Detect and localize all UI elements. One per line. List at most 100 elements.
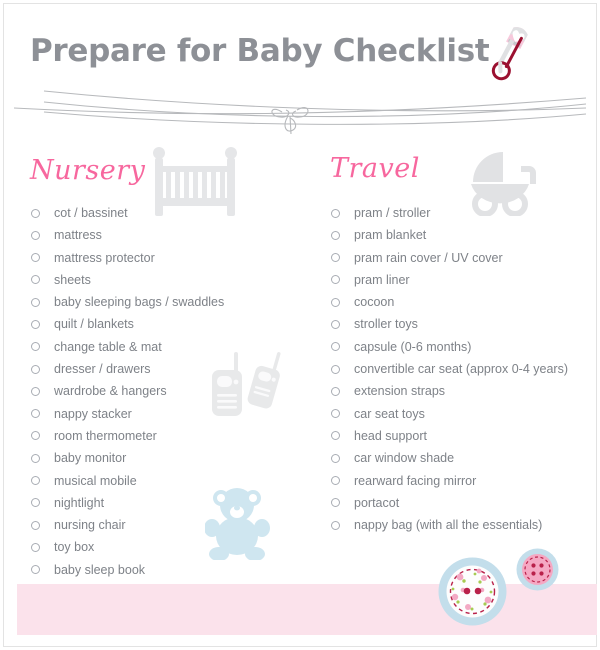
checklist-item[interactable]: mattress [30,224,310,246]
checklist-item-label: pram liner [354,272,410,287]
checklist-nursery: cot / bassinet mattress mattress protector… [30,202,310,581]
page-title: Prepare for Baby Checklist [30,33,490,69]
checklist-item-label: head support [354,428,427,443]
checkbox-circle-icon[interactable] [31,297,40,307]
checkbox-circle-icon[interactable] [31,253,40,263]
checklist-item[interactable]: baby sleeping bags / swaddles [30,291,310,313]
checklist-item[interactable]: head support [330,425,592,447]
checklist-item[interactable]: cot / bassinet [30,202,310,224]
checkbox-circle-icon[interactable] [31,565,40,575]
section-heading-nursery: Nursery [30,155,146,186]
floral-button-icon [438,557,507,626]
checkbox-circle-icon[interactable] [31,409,40,419]
checklist-item[interactable]: room thermometer [30,425,310,447]
checklist-travel: pram / stroller pram blanket pram rain cov… [330,202,592,536]
checkbox-circle-icon[interactable] [31,230,40,240]
checklist-item-label: baby sleeping bags / swaddles [54,295,225,310]
checklist-item-label: cot / bassinet [54,206,128,220]
checklist-item[interactable]: convertible car seat (approx 0-4 years) [330,358,592,380]
checklist-item-label: pram blanket [354,228,427,243]
checklist-item-label: car seat toys [354,406,425,421]
checkbox-circle-icon[interactable] [331,319,340,329]
pink-button-icon [516,548,559,591]
checkbox-circle-icon[interactable] [331,409,340,419]
checkbox-circle-icon[interactable] [331,386,340,396]
checklist-item[interactable]: extension straps [330,380,592,402]
checklist-item[interactable]: musical mobile [30,470,310,492]
checkbox-circle-icon[interactable] [331,297,340,307]
checklist-item-label: stroller toys [354,317,418,332]
checklist-item[interactable]: rearward facing mirror [330,470,592,492]
checklist-item-label: sheets [54,272,91,287]
checklist-item[interactable]: sheets [30,269,310,291]
checklist-item[interactable]: cocoon [330,291,592,313]
footer-band [17,584,597,635]
checklist-item-label: change table & mat [54,339,162,354]
checkbox-circle-icon[interactable] [31,386,40,396]
checklist-item-label: cocoon [354,295,395,310]
checklist-item[interactable]: nightlight [30,492,310,514]
checklist-item-label: baby monitor [54,451,127,466]
checklist-item[interactable]: baby sleep book [30,559,310,581]
checklist-item-label: pram / stroller [354,206,431,220]
checklist-item[interactable]: capsule (0-6 months) [330,336,592,358]
checkbox-circle-icon[interactable] [31,498,40,508]
checklist-item[interactable]: quilt / blankets [30,313,310,335]
checklist-item-label: nappy bag (with all the essentials) [354,518,543,533]
checklist-item-label: baby sleep book [54,562,146,577]
checklist-item[interactable]: mattress protector [30,247,310,269]
checklist-item-label: mattress [54,228,102,243]
checklist-item[interactable]: nappy stacker [30,403,310,425]
checklist-item[interactable]: toy box [30,536,310,558]
checklist-item[interactable]: stroller toys [330,313,592,335]
checklist-item-label: nightlight [54,495,105,510]
checkbox-circle-icon[interactable] [331,476,340,486]
checklist-item-label: pram rain cover / UV cover [354,250,503,265]
checklist-item[interactable]: car seat toys [330,403,592,425]
checklist-item[interactable]: pram rain cover / UV cover [330,247,592,269]
checkbox-circle-icon[interactable] [331,208,340,218]
checklist-item-label: extension straps [354,384,446,399]
checklist-item-label: quilt / blankets [54,317,134,332]
checkbox-circle-icon[interactable] [331,453,340,463]
section-heading-travel: Travel [330,153,420,184]
checkbox-circle-icon[interactable] [31,542,40,552]
checklist-item[interactable]: pram / stroller [330,202,592,224]
checklist-item[interactable]: portacot [330,492,592,514]
checklist-item[interactable]: nappy bag (with all the essentials) [330,514,592,536]
checklist-item[interactable]: wardrobe & hangers [30,380,310,402]
checkbox-circle-icon[interactable] [31,431,40,441]
checkbox-circle-icon[interactable] [31,453,40,463]
checkbox-circle-icon[interactable] [331,275,340,285]
checklist-item-label: toy box [54,540,95,555]
checklist-page: Prepare for Baby Checklist Nursery Trave… [0,0,600,650]
checklist-item[interactable]: baby monitor [30,447,310,469]
checkbox-circle-icon[interactable] [331,520,340,530]
checkbox-circle-icon[interactable] [31,208,40,218]
checkbox-circle-icon[interactable] [31,319,40,329]
checkbox-circle-icon[interactable] [331,230,340,240]
checklist-item[interactable]: nursing chair [30,514,310,536]
checklist-item-label: rearward facing mirror [354,473,477,488]
checklist-item-label: car window shade [354,451,455,466]
checkbox-circle-icon[interactable] [331,431,340,441]
checkbox-circle-icon[interactable] [31,275,40,285]
checkbox-circle-icon[interactable] [331,364,340,374]
checklist-item[interactable]: change table & mat [30,336,310,358]
checkbox-circle-icon[interactable] [331,342,340,352]
checkbox-circle-icon[interactable] [331,253,340,263]
checklist-item[interactable]: dresser / drawers [30,358,310,380]
checkbox-circle-icon[interactable] [331,498,340,508]
checkbox-circle-icon[interactable] [31,520,40,530]
safety-pin-icon [478,20,538,90]
checklist-item[interactable]: pram blanket [330,224,592,246]
checkbox-circle-icon[interactable] [31,476,40,486]
checklist-item-label: musical mobile [54,473,137,488]
checklist-item-label: capsule (0-6 months) [354,339,472,354]
checklist-item[interactable]: pram liner [330,269,592,291]
checkbox-circle-icon[interactable] [31,364,40,374]
checklist-item-label: nursing chair [54,518,126,533]
checkbox-circle-icon[interactable] [31,342,40,352]
checklist-item-label: portacot [354,495,400,510]
checklist-item[interactable]: car window shade [330,447,592,469]
